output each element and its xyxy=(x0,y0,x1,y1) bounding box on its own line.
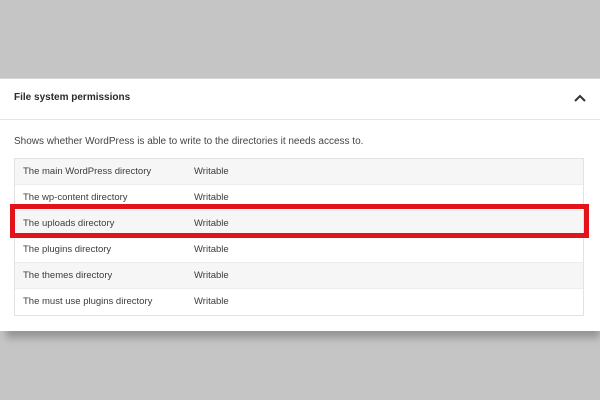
directory-status: Writable xyxy=(194,270,229,281)
panel-title: File system permissions xyxy=(14,92,131,103)
directory-name: The wp-content directory xyxy=(23,192,128,203)
directory-status: Writable xyxy=(194,244,229,255)
panel-description: Shows whether WordPress is able to write… xyxy=(14,136,364,147)
directory-name: The themes directory xyxy=(23,270,113,281)
table-row: The main WordPress directory Writable xyxy=(15,159,583,185)
table-row: The must use plugins directory Writable xyxy=(15,289,583,315)
directory-name: The uploads directory xyxy=(23,218,115,229)
directory-status: Writable xyxy=(194,192,229,203)
directory-status: Writable xyxy=(194,296,229,307)
directory-status: Writable xyxy=(194,166,229,177)
table-row: The plugins directory Writable xyxy=(15,237,583,263)
table-row: The wp-content directory Writable xyxy=(15,185,583,211)
collapse-button[interactable] xyxy=(570,89,590,109)
panel-header[interactable]: File system permissions xyxy=(0,79,600,120)
directory-name: The plugins directory xyxy=(23,244,112,255)
permissions-table: The main WordPress directory Writable Th… xyxy=(14,158,584,316)
directory-name: The main WordPress directory xyxy=(23,166,152,177)
table-row: The uploads directory Writable xyxy=(15,211,583,237)
directory-status: Writable xyxy=(194,218,229,229)
directory-name: The must use plugins directory xyxy=(23,296,153,307)
file-system-permissions-panel: File system permissions Shows whether Wo… xyxy=(0,78,600,331)
table-row: The themes directory Writable xyxy=(15,263,583,289)
chevron-up-icon xyxy=(574,94,586,102)
